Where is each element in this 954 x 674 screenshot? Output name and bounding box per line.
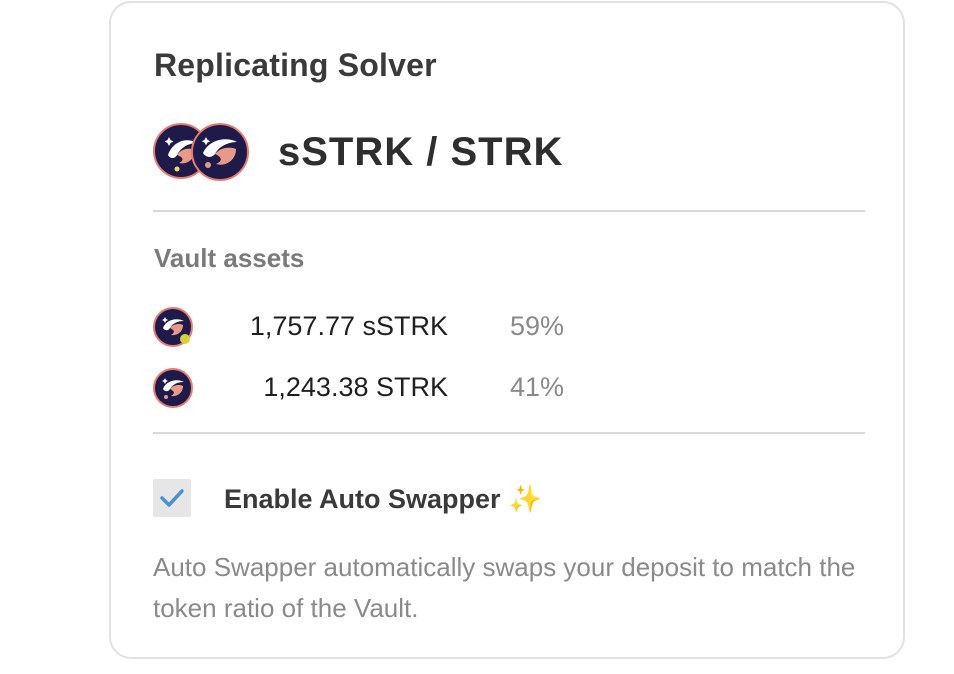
strk-token-icon [191, 123, 249, 181]
vault-asset-row-strk: 1,243.38 STRK 41% [153, 366, 653, 408]
auto-swapper-label-text: Enable Auto Swapper [224, 484, 501, 514]
checkmark-icon [160, 489, 184, 507]
auto-swapper-checkbox[interactable] [153, 479, 191, 517]
sstrk-token-icon [153, 307, 193, 347]
replicating-solver-card: Replicating Solver sSTRK / STRK Vault as… [109, 1, 905, 659]
asset-percent: 59% [510, 311, 565, 341]
auto-swapper-description: Auto Swapper automatically swaps your de… [153, 552, 856, 623]
vault-asset-row-sstrk: 1,757.77 sSTRK 59% [153, 305, 653, 347]
divider [153, 432, 865, 434]
divider [153, 210, 865, 212]
card-title: Replicating Solver [154, 47, 437, 83]
strk-token-icon [153, 368, 193, 408]
asset-amount: 1,757.77 sSTRK [249, 311, 448, 341]
auto-swapper-label[interactable]: Enable Auto Swapper ✨ [224, 483, 542, 515]
pair-icons [153, 121, 253, 183]
sparkles-icon: ✨ [508, 484, 543, 514]
vault-assets-label: Vault assets [154, 243, 305, 273]
asset-amount: 1,243.38 STRK [263, 372, 448, 402]
pair-name: sSTRK / STRK [278, 129, 564, 174]
asset-percent: 41% [510, 372, 565, 402]
pair-header: sSTRK / STRK [153, 121, 563, 183]
